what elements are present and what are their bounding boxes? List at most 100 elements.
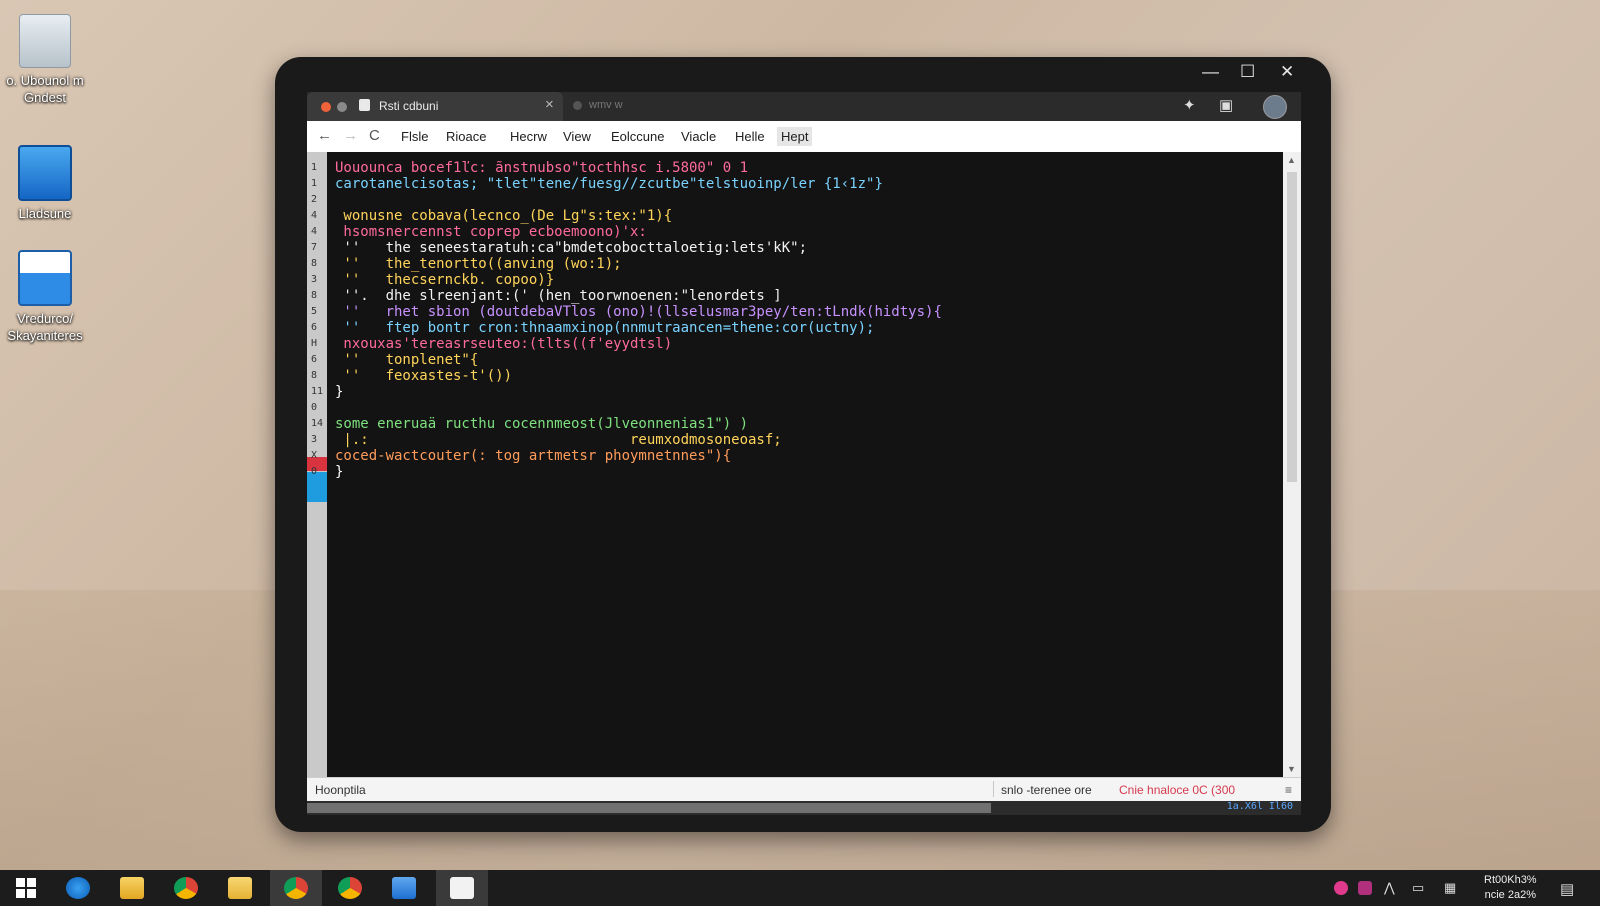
notification-icon[interactable]: ▤ [1560,880,1574,898]
screen-cast-icon[interactable]: ▣ [1219,96,1233,114]
tab2-favicon-icon [573,101,582,110]
status-middle: snlo -terenee ore [1001,783,1092,797]
line-number: 0 [311,402,318,413]
taskbar-chrome-1[interactable] [160,870,212,906]
taskbar-chrome-3[interactable] [324,870,376,906]
scroll-up-icon[interactable]: ▲ [1287,155,1296,165]
line-number: 8 [311,370,318,381]
code-line: Uouounca bocef1ľc: ãnstnubso"tocthhsc i.… [335,160,749,176]
menu-replace[interactable]: Rioace [446,129,486,144]
line-number: 7 [311,242,318,253]
status-right[interactable]: Cnie hnaloce 0C (300 [1119,783,1235,797]
status-menu-icon[interactable]: ≡ [1285,783,1292,797]
status-bar: Hoonptila snlo -terenee ore Cnie hnaloce… [307,777,1301,802]
chrome-icon [174,877,198,899]
forward-icon[interactable]: → [343,127,358,144]
line-number: 0 [311,466,318,477]
line-number: 6 [311,354,318,365]
tab-bar: Rsti cdbuni × wmv w ✦ ▣ [307,92,1301,121]
code-line: nxouxas'tereasrseuteo:(tlts((f'eyydtsl) [335,336,673,352]
tab-close-icon[interactable]: × [545,96,554,113]
taskbar: ⋀ ▭ ▦ Rt00Kh3% ncie 2a2% ▤ [0,870,1600,906]
chrome-icon [338,877,362,899]
menu-help[interactable]: Hept [777,127,813,146]
line-number: 5 [311,306,318,317]
menu-file[interactable]: Flsle [401,129,428,144]
maximize-button[interactable]: ☐ [1240,62,1255,82]
code-line: ''. dhe slreenjant:(' (hen_toorwnoenen:"… [335,288,782,304]
line-number: 8 [311,258,318,269]
avatar[interactable] [1263,95,1287,119]
clock-time: Rt00Kh3% [1484,874,1537,886]
code-line: '' the seneestaratuh:ca"bmdetcobocttaloe… [335,240,808,256]
horizontal-scrollbar[interactable]: 1a.X6l Il60 [307,801,1301,815]
code-line: '' the_tenortto((anving (wo:1); [335,256,622,272]
chrome-icon [284,877,308,899]
taskbar-edge[interactable] [52,870,104,906]
vertical-scrollbar[interactable]: ▲ ▼ [1283,152,1301,777]
start-icon [16,878,36,898]
folder-icon [228,877,252,899]
tray-calendar-icon[interactable]: ▦ [1444,880,1456,896]
line-gutter: 1 1 2 4 4 7 8 3 8 5 6 H 6 8 11 0 14 3 X 0 [307,152,327,777]
scroll-info: 1a.X6l Il60 [1226,801,1293,812]
tray-chevron-icon[interactable]: ⋀ [1384,880,1395,896]
taskbar-chrome-2[interactable] [270,870,322,906]
reload-icon[interactable]: C [369,127,380,144]
code-line: '' ftep bontr cron:thnaamxinop(nnmutraan… [335,320,875,336]
clock[interactable]: Rt00Kh3% ncie 2a2% [1484,873,1537,903]
tray-network-icon[interactable]: ▭ [1412,880,1424,896]
line-number: 1 [311,162,318,173]
tray-phone-icon[interactable] [1358,881,1372,895]
scroll-down-icon[interactable]: ▼ [1287,764,1296,774]
menu-view[interactable]: View [563,129,591,144]
code-line: coced-wactcouter(: tog artmetsr phoymnet… [335,448,732,464]
tab-indicator-red-icon [321,102,331,112]
clock-date: ncie 2a2% [1484,889,1536,901]
line-number: 3 [311,434,318,445]
code-line: '' feoxastes-t'()) [335,368,513,384]
minimize-button[interactable]: — [1202,62,1219,82]
desktop-icon-label: Vredurco/ Skayaniteres [7,311,83,343]
code-line: some eneruaä ructhu cocennmeost(Jlveonne… [335,416,749,432]
tab-inactive[interactable]: wmv w [589,99,623,111]
line-number: 3 [311,274,318,285]
code-line: '' thecsernckb. copoo)} [335,272,555,288]
taskbar-explorer[interactable] [106,870,158,906]
line-number: 4 [311,226,318,237]
menu-viacle[interactable]: Viacle [681,129,716,144]
store-icon [392,877,416,899]
taskbar-store[interactable] [378,870,430,906]
line-number: 2 [311,194,318,205]
code-line: carotanelcisotas; "tlet"tene/fuesg//zcut… [335,176,883,192]
desktop-icon-computer[interactable]: Lladsune [0,145,90,222]
menu-hecrw[interactable]: Hecrw [510,129,547,144]
menu-helle[interactable]: Helle [735,129,765,144]
tab-active[interactable]: Rsti cdbuni × [307,92,563,121]
close-button[interactable]: ✕ [1280,62,1294,82]
taskbar-notepad[interactable] [436,870,488,906]
line-number: 14 [311,418,324,429]
menu-eolccune[interactable]: Eolccune [611,129,664,144]
tray-app-icon[interactable] [1334,881,1348,895]
start-button[interactable] [0,870,52,906]
hscroll-thumb[interactable] [307,803,991,813]
code-line: wonusne cobava(lecnco_(De Lg"s:tex:"1){ [335,208,673,224]
desktop-icon-recycle-bin[interactable]: o. Ubounol m Gndest [0,14,90,106]
line-number: 8 [311,290,318,301]
scrollbar-thumb[interactable] [1287,172,1297,482]
menu-bar: ← → C Flsle Rioace Hecrw View Eolccune V… [307,121,1301,153]
document-icon [359,99,370,111]
code-line: '' rhet sbion (doutdebaVTlos (ono)!(llse… [335,304,942,320]
line-number: 1 [311,178,318,189]
line-number: 11 [311,386,324,397]
code-editor[interactable]: 1 1 2 4 4 7 8 3 8 5 6 H 6 8 11 0 14 3 X 0 Uouounca bocef1ľc… [307,152,1301,777]
desktop-icon-window-app[interactable]: Vredurco/ Skayaniteres [0,250,90,344]
window-app-icon [18,250,72,306]
notepad-icon [450,877,474,899]
taskbar-folder[interactable] [214,870,266,906]
extension-icon[interactable]: ✦ [1183,96,1196,114]
line-number: 6 [311,322,318,333]
back-icon[interactable]: ← [317,127,332,144]
recycle-bin-icon [19,14,71,68]
